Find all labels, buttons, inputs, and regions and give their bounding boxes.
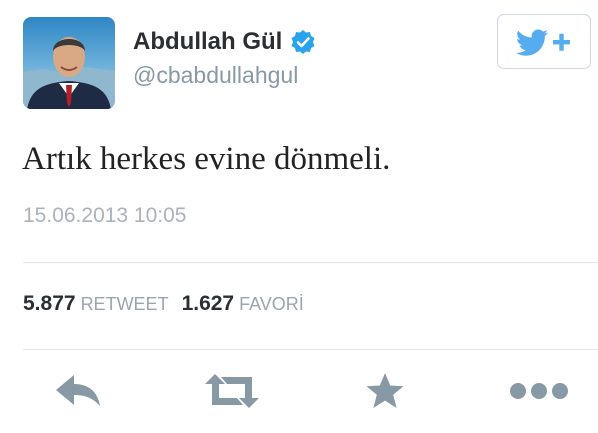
more-dots-icon (510, 383, 568, 399)
follow-button[interactable] (497, 14, 591, 69)
reply-button[interactable] (50, 368, 106, 414)
tweet-text: Artık herkes evine dönmeli. (22, 141, 391, 177)
favorites-label[interactable]: FAVORİ (239, 294, 304, 314)
tweet-timestamp[interactable]: 15.06.2013 10:05 (23, 204, 187, 228)
retweet-icon (205, 374, 259, 408)
reply-icon (56, 375, 100, 406)
follow-bird-plus-icon (515, 29, 570, 56)
divider (23, 349, 598, 350)
display-name[interactable]: Abdullah Gül (133, 28, 316, 56)
favorite-button[interactable] (362, 368, 408, 414)
verified-badge-icon (290, 29, 316, 55)
more-button[interactable] (506, 368, 572, 414)
star-icon (366, 373, 404, 408)
display-name-text[interactable]: Abdullah Gül (133, 28, 282, 56)
avatar[interactable] (23, 17, 115, 109)
avatar-photo (23, 17, 115, 109)
retweets-count[interactable]: 5.877 (23, 292, 76, 315)
retweet-button[interactable] (201, 368, 263, 414)
favorites-count[interactable]: 1.627 (182, 292, 235, 315)
user-handle[interactable]: @cbabdullahgul (133, 62, 298, 89)
tweet-stats: 5.877 RETWEET 1.627 FAVORİ (23, 292, 304, 316)
retweets-label[interactable]: RETWEET (81, 294, 169, 314)
divider (23, 262, 598, 263)
